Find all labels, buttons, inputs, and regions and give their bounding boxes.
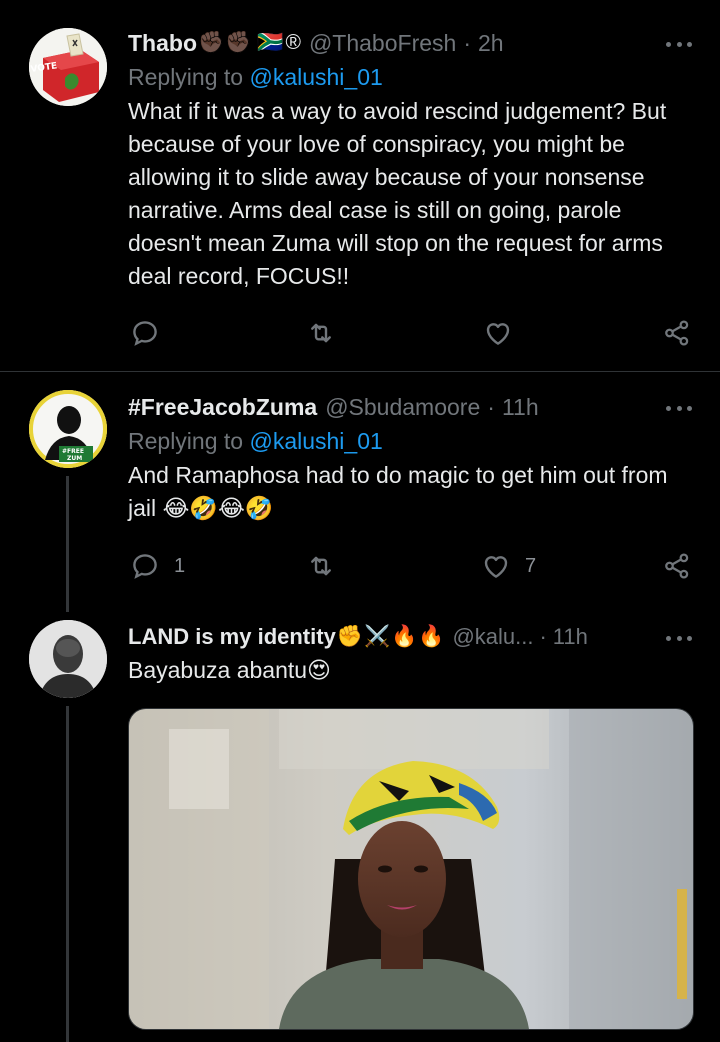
tweet-actions: 1 7: [128, 549, 696, 583]
share-button[interactable]: [662, 316, 692, 350]
retweet-button[interactable]: [306, 316, 350, 350]
like-count: 7: [525, 554, 537, 577]
tweet-actions: [128, 316, 696, 350]
free-zuma-avatar-image: #FREE ZUM: [29, 390, 107, 468]
reply-icon: [133, 554, 157, 579]
reply-icon: [133, 321, 157, 346]
crossed-swords-emoji: ⚔️: [363, 625, 391, 648]
tweet-text: And Ramaphosa had to do magic to get him…: [128, 462, 668, 521]
share-icon: [665, 320, 689, 346]
replying-label: Replying to: [128, 428, 250, 454]
tweet[interactable]: VOTE Thabo ✊🏿 ✊🏿 🇿🇦 ® @ThaboFresh · 2h R…: [0, 0, 720, 370]
tweet-header: Thabo ✊🏿 ✊🏿 🇿🇦 ® @ThaboFresh · 2h: [128, 28, 696, 58]
more-icon[interactable]: [666, 40, 692, 48]
photo-of-woman-with-headscarf: [129, 709, 693, 1029]
thread-line: [66, 476, 69, 612]
retweet-button[interactable]: [306, 549, 350, 583]
avatar[interactable]: #FREE ZUM: [29, 390, 107, 468]
replying-to: Replying to @kalushi_01: [128, 60, 696, 94]
raised-fist-emoji: ✊🏿: [225, 31, 252, 54]
tweet[interactable]: #FREE ZUM #FreeJacobZuma @Sbudamoore · 1…: [0, 372, 720, 612]
display-name[interactable]: LAND is my identity: [128, 622, 336, 652]
more-icon[interactable]: [666, 404, 692, 412]
like-button[interactable]: [483, 316, 527, 350]
reply-button[interactable]: [130, 316, 174, 350]
tweet-header: #FreeJacobZuma @Sbudamoore · 11h: [128, 392, 696, 422]
tweet-media-image[interactable]: [128, 708, 694, 1030]
mention-link[interactable]: @kalushi_01: [249, 64, 382, 90]
like-button[interactable]: 7: [481, 549, 536, 583]
vote-box-avatar-image: VOTE: [29, 28, 107, 106]
separator-dot: ·: [463, 30, 471, 56]
user-handle[interactable]: @Sbudamoore: [325, 392, 480, 422]
like-icon: [484, 556, 508, 578]
replying-label: Replying to: [128, 64, 250, 90]
user-handle[interactable]: @ThaboFresh: [309, 28, 456, 58]
user-portrait-avatar-image: [29, 620, 107, 698]
retweet-icon: [311, 556, 331, 576]
retweet-icon: [311, 323, 331, 343]
display-name[interactable]: Thabo: [128, 28, 197, 58]
reply-count: 1: [174, 554, 186, 577]
south-africa-flag-emoji: 🇿🇦: [257, 31, 284, 54]
user-handle[interactable]: @kalu...: [452, 622, 533, 652]
timestamp[interactable]: 2h: [478, 28, 504, 58]
reply-button[interactable]: 1: [130, 549, 185, 583]
svg-text:#FREE: #FREE: [62, 448, 84, 455]
raised-fist-emoji: ✊🏿: [198, 31, 225, 54]
raised-fist-emoji: ✊: [336, 625, 363, 648]
replying-to: Replying to @kalushi_01: [128, 424, 696, 458]
tweet-text: What if it was a way to avoid rescind ju…: [128, 98, 667, 289]
avatar[interactable]: VOTE: [29, 28, 107, 106]
timestamp[interactable]: 11h: [553, 622, 588, 652]
like-icon: [486, 323, 510, 345]
registered-emoji: ®: [285, 31, 301, 54]
tweet-text: Bayabuza abantu😍: [128, 657, 332, 683]
mention-link[interactable]: @kalushi_01: [249, 428, 382, 454]
svg-text:ZUM: ZUM: [67, 455, 82, 462]
timestamp[interactable]: 11h: [502, 392, 539, 422]
share-icon: [665, 553, 689, 579]
avatar[interactable]: [29, 620, 107, 698]
share-button[interactable]: [662, 549, 692, 583]
fire-emoji: 🔥: [418, 625, 445, 648]
thread-line: [66, 706, 69, 1042]
separator-dot: ·: [487, 394, 495, 420]
fire-emoji: 🔥: [391, 625, 418, 648]
tweet-header: LAND is my identity ✊ ⚔️ 🔥 🔥 @kalu... · …: [128, 622, 696, 652]
more-icon[interactable]: [666, 634, 692, 642]
display-name[interactable]: #FreeJacobZuma: [128, 392, 317, 422]
separator-dot: ·: [539, 624, 547, 649]
